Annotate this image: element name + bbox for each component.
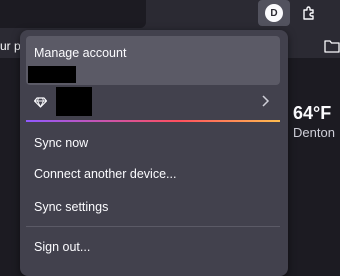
weather-city: Denton [293, 125, 335, 140]
bookmark-item[interactable]: ur p [0, 39, 21, 53]
sync-settings-item[interactable]: Sync settings [34, 200, 108, 214]
manage-account-button[interactable]: Manage account [26, 36, 280, 85]
sync-now-item[interactable]: Sync now [34, 136, 88, 150]
chevron-right-icon [260, 94, 270, 113]
gradient-separator [26, 120, 280, 122]
weather-temperature: 64°F [293, 103, 332, 123]
avatar: D [265, 4, 283, 22]
account-button[interactable]: D [258, 0, 290, 26]
extensions-icon[interactable] [298, 2, 320, 24]
sign-out-item[interactable]: Sign out... [34, 240, 90, 254]
gem-icon [33, 95, 48, 113]
menu-divider [26, 226, 280, 227]
folder-icon[interactable] [324, 39, 340, 58]
account-panel: Manage account Sync now Connect another … [20, 30, 288, 276]
manage-account-label: Manage account [34, 46, 127, 60]
url-bar[interactable] [0, 0, 146, 28]
relay-row[interactable] [26, 87, 280, 117]
browser-toolbar: D [0, 0, 340, 34]
redacted-name [56, 87, 92, 116]
connect-device-item[interactable]: Connect another device... [34, 167, 176, 181]
redacted-email [28, 66, 76, 83]
